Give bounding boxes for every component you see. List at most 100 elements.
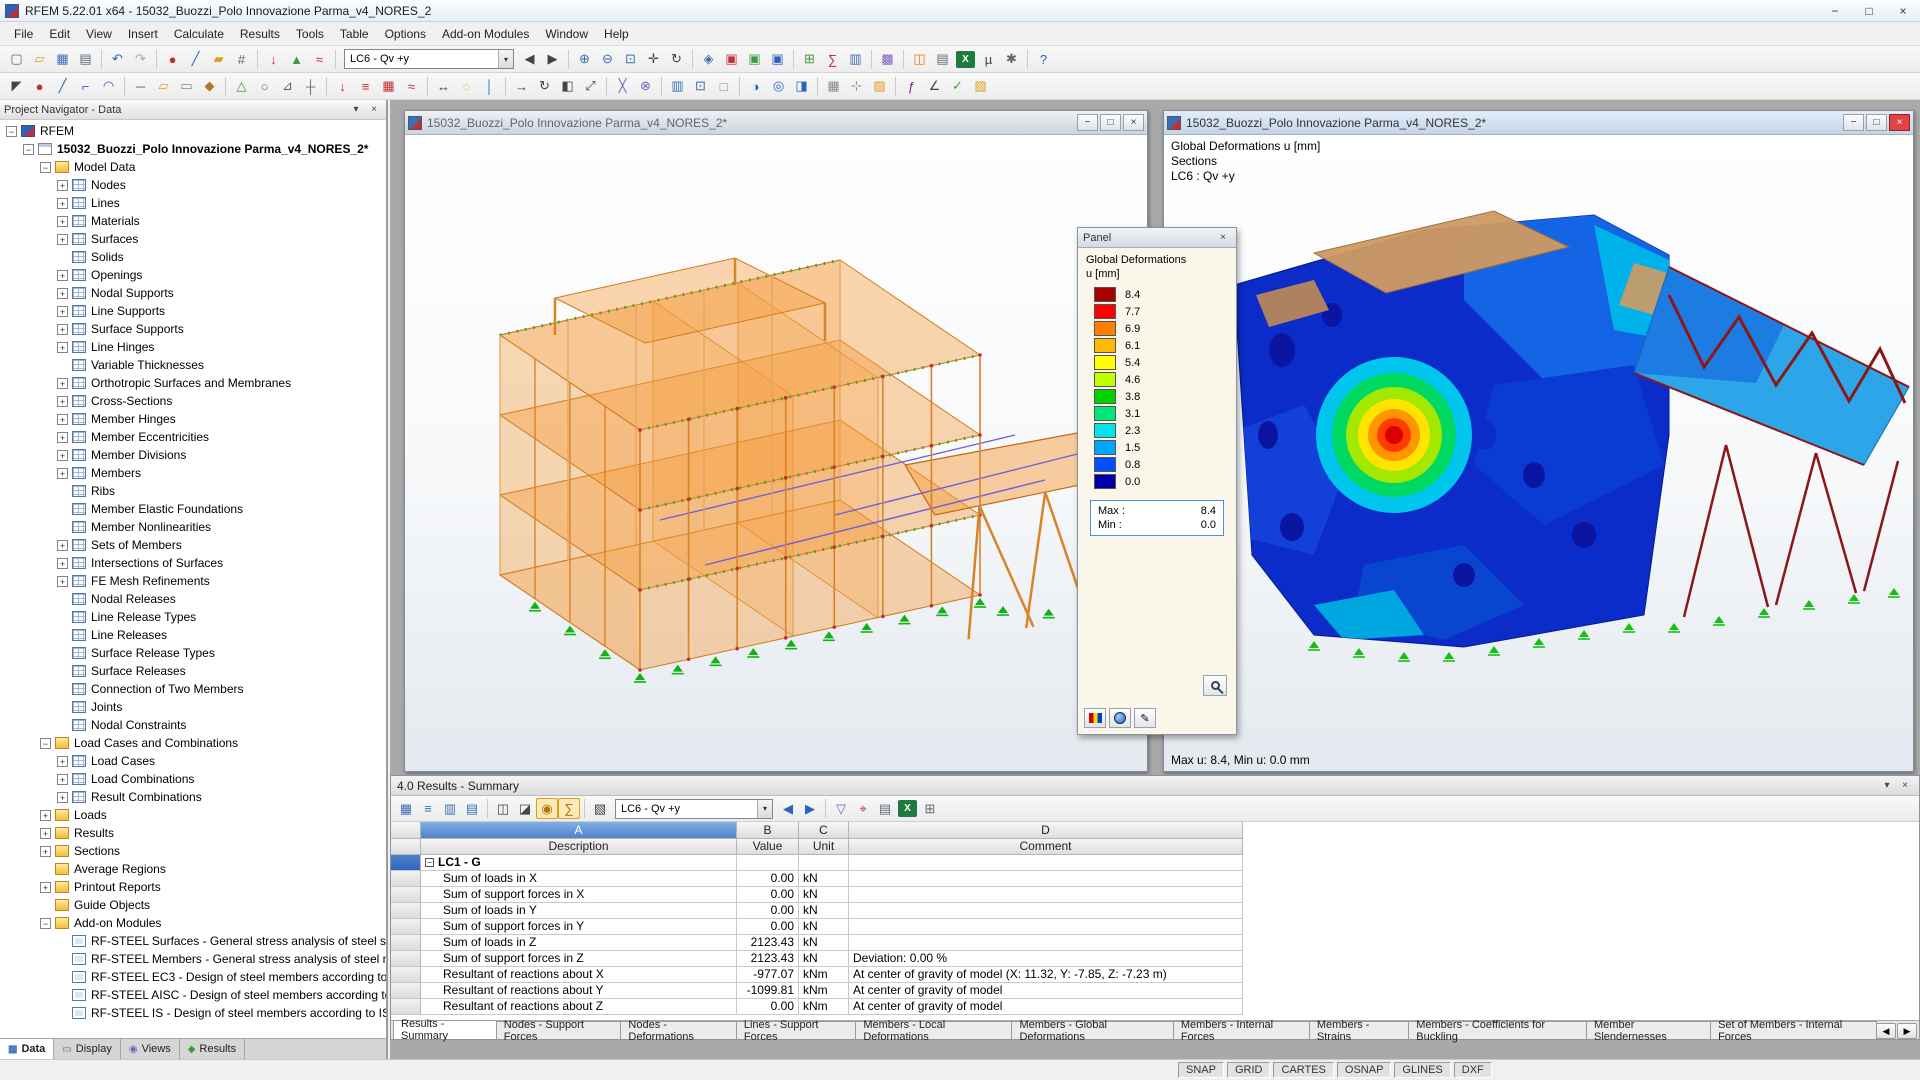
tree-item-surface-releases[interactable]: Surface Releases — [0, 662, 386, 680]
user-view-icon[interactable]: ◎ — [767, 75, 790, 97]
load-case-combo[interactable]: LC6 - Qv +y▾ — [344, 49, 514, 69]
tree-item-line-supports[interactable]: +Line Supports — [0, 302, 386, 320]
collapse-icon[interactable]: − — [40, 918, 51, 929]
expand-icon[interactable]: + — [57, 414, 68, 425]
zoom-window-icon[interactable]: ⊡ — [619, 48, 642, 70]
table-tab-nodes-support-forces[interactable]: Nodes - Support Forces — [496, 1021, 622, 1039]
table-rows-icon[interactable]: ≡ — [417, 798, 439, 819]
tree-item-nodes[interactable]: +Nodes — [0, 176, 386, 194]
undo-icon[interactable]: ↶ — [106, 48, 129, 70]
edit-arc-icon[interactable]: ◠ — [97, 75, 120, 97]
tree-item-intersections-of-surfaces[interactable]: +Intersections of Surfaces — [0, 554, 386, 572]
tree-item-materials[interactable]: +Materials — [0, 212, 386, 230]
chevron-down-icon[interactable]: ▾ — [757, 800, 772, 818]
column-letter-c[interactable]: C — [799, 822, 849, 839]
expand-icon[interactable]: + — [57, 216, 68, 227]
open-file-icon[interactable]: ▱ — [28, 48, 51, 70]
pin-icon[interactable]: ▾ — [1879, 778, 1895, 793]
scale-icon[interactable]: ⤢ — [579, 75, 602, 97]
expand-icon[interactable]: + — [57, 558, 68, 569]
table-row[interactable]: Resultant of reactions about Z0.00kNmAt … — [391, 999, 1919, 1015]
support-icon[interactable]: △ — [230, 75, 253, 97]
opening-icon[interactable]: ▭ — [175, 75, 198, 97]
navigator-tab-results[interactable]: ◆Results — [180, 1039, 245, 1059]
navigator-tab-views[interactable]: ◉Views — [121, 1039, 180, 1059]
table-tab-members-local-deformations[interactable]: Members - Local Deformations — [855, 1021, 1012, 1039]
dimension-icon[interactable]: ↔ — [432, 75, 455, 97]
table-row[interactable]: Sum of support forces in Z2123.43kNDevia… — [391, 951, 1919, 967]
column-letter-d[interactable]: D — [849, 822, 1243, 839]
menu-options[interactable]: Options — [377, 24, 434, 44]
table-tab-nodes-deformations[interactable]: Nodes - Deformations — [620, 1021, 736, 1039]
edit-line-icon[interactable]: ╱ — [51, 75, 74, 97]
addon-module-icon[interactable]: ◫ — [908, 48, 931, 70]
imperfection-icon[interactable]: ≈ — [400, 75, 423, 97]
expand-icon[interactable]: + — [57, 576, 68, 587]
collapse-icon[interactable]: − — [40, 738, 51, 749]
edit-scale-button[interactable]: ✎ — [1134, 708, 1156, 728]
status-toggle-glines[interactable]: GLINES — [1394, 1062, 1450, 1078]
close-icon[interactable]: × — [1897, 778, 1913, 793]
table-row[interactable]: Resultant of reactions about X-977.07kNm… — [391, 967, 1919, 983]
rotate-view-icon[interactable]: ↻ — [665, 48, 688, 70]
expand-icon[interactable]: + — [57, 180, 68, 191]
minimize-icon[interactable]: − — [1843, 114, 1864, 131]
tree-item-fe-mesh-refinements[interactable]: +FE Mesh Refinements — [0, 572, 386, 590]
results-onoff-icon[interactable]: ∑ — [821, 48, 844, 70]
tree-item-member-nonlinearities[interactable]: Member Nonlinearities — [0, 518, 386, 536]
tree-item-load-combinations[interactable]: +Load Combinations — [0, 770, 386, 788]
sum-toggle-icon[interactable]: ∑ — [558, 798, 580, 819]
tree-item-variable-thicknesses[interactable]: Variable Thicknesses — [0, 356, 386, 374]
menu-results[interactable]: Results — [232, 24, 288, 44]
tree-item-surfaces[interactable]: +Surfaces — [0, 230, 386, 248]
view-x-icon[interactable]: ▣ — [720, 48, 743, 70]
status-toggle-grid[interactable]: GRID — [1227, 1062, 1271, 1078]
tree-item-orthotropic-surfaces-and-membranes[interactable]: +Orthotropic Surfaces and Membranes — [0, 374, 386, 392]
table-tab-set-of-members-internal-forces[interactable]: Set of Members - Internal Forces — [1710, 1021, 1877, 1039]
menu-file[interactable]: File — [6, 24, 41, 44]
expand-icon[interactable]: + — [57, 378, 68, 389]
work-plane-icon[interactable]: ▨ — [868, 75, 891, 97]
surface-load-icon[interactable]: ▦ — [377, 75, 400, 97]
tree-item-nodal-constraints[interactable]: Nodal Constraints — [0, 716, 386, 734]
tree-item-member-hinges[interactable]: +Member Hinges — [0, 410, 386, 428]
help-icon[interactable]: ? — [1032, 48, 1055, 70]
move-icon[interactable]: → — [510, 75, 533, 97]
table-list-icon[interactable]: ▦ — [395, 798, 417, 819]
visibility-icon[interactable]: ◑ — [744, 75, 767, 97]
tree-item-printout-reports[interactable]: +Printout Reports — [0, 878, 386, 896]
tree-item-sections[interactable]: +Sections — [0, 842, 386, 860]
table-tab-member-slendernesses[interactable]: Member Slendernesses — [1586, 1021, 1711, 1039]
table-row[interactable]: Sum of support forces in Y0.00kN — [391, 919, 1919, 935]
close-icon[interactable]: × — [1123, 114, 1144, 131]
row-selector[interactable] — [391, 887, 421, 903]
collapse-icon[interactable]: − — [425, 858, 434, 867]
view-z-icon[interactable]: ▣ — [766, 48, 789, 70]
deformation-canvas[interactable] — [1164, 135, 1913, 771]
edit-polyline-icon[interactable]: ⌐ — [74, 75, 97, 97]
intersect-icon[interactable]: ⊗ — [634, 75, 657, 97]
results-titlebar[interactable]: 4.0 Results - Summary ▾ × — [391, 776, 1919, 796]
expand-icon[interactable]: + — [57, 432, 68, 443]
numbering-icon[interactable]: # — [230, 48, 253, 70]
menu-insert[interactable]: Insert — [120, 24, 166, 44]
measure-icon[interactable]: ∠ — [923, 75, 946, 97]
print-icon[interactable]: ▤ — [74, 48, 97, 70]
tree-item-ribs[interactable]: Ribs — [0, 482, 386, 500]
display-options-button[interactable] — [1109, 708, 1131, 728]
units-icon[interactable]: µ — [977, 48, 1000, 70]
expand-icon[interactable]: + — [57, 540, 68, 551]
tree-item-guide-objects[interactable]: Guide Objects — [0, 896, 386, 914]
new-node-icon[interactable]: ● — [161, 48, 184, 70]
collapse-icon[interactable]: − — [40, 162, 51, 173]
rotate-icon[interactable]: ↻ — [533, 75, 556, 97]
save-icon[interactable]: ▦ — [51, 48, 74, 70]
line-load-icon[interactable]: ≡ — [354, 75, 377, 97]
view-results-icon[interactable]: ◫ — [492, 798, 514, 819]
table-excel-icon[interactable]: X — [898, 800, 917, 817]
table-tab-lines-support-forces[interactable]: Lines - Support Forces — [736, 1021, 856, 1039]
expand-icon[interactable]: + — [57, 774, 68, 785]
expand-icon[interactable]: + — [57, 306, 68, 317]
clipping-icon[interactable]: ◨ — [790, 75, 813, 97]
tree-item-result-combinations[interactable]: +Result Combinations — [0, 788, 386, 806]
